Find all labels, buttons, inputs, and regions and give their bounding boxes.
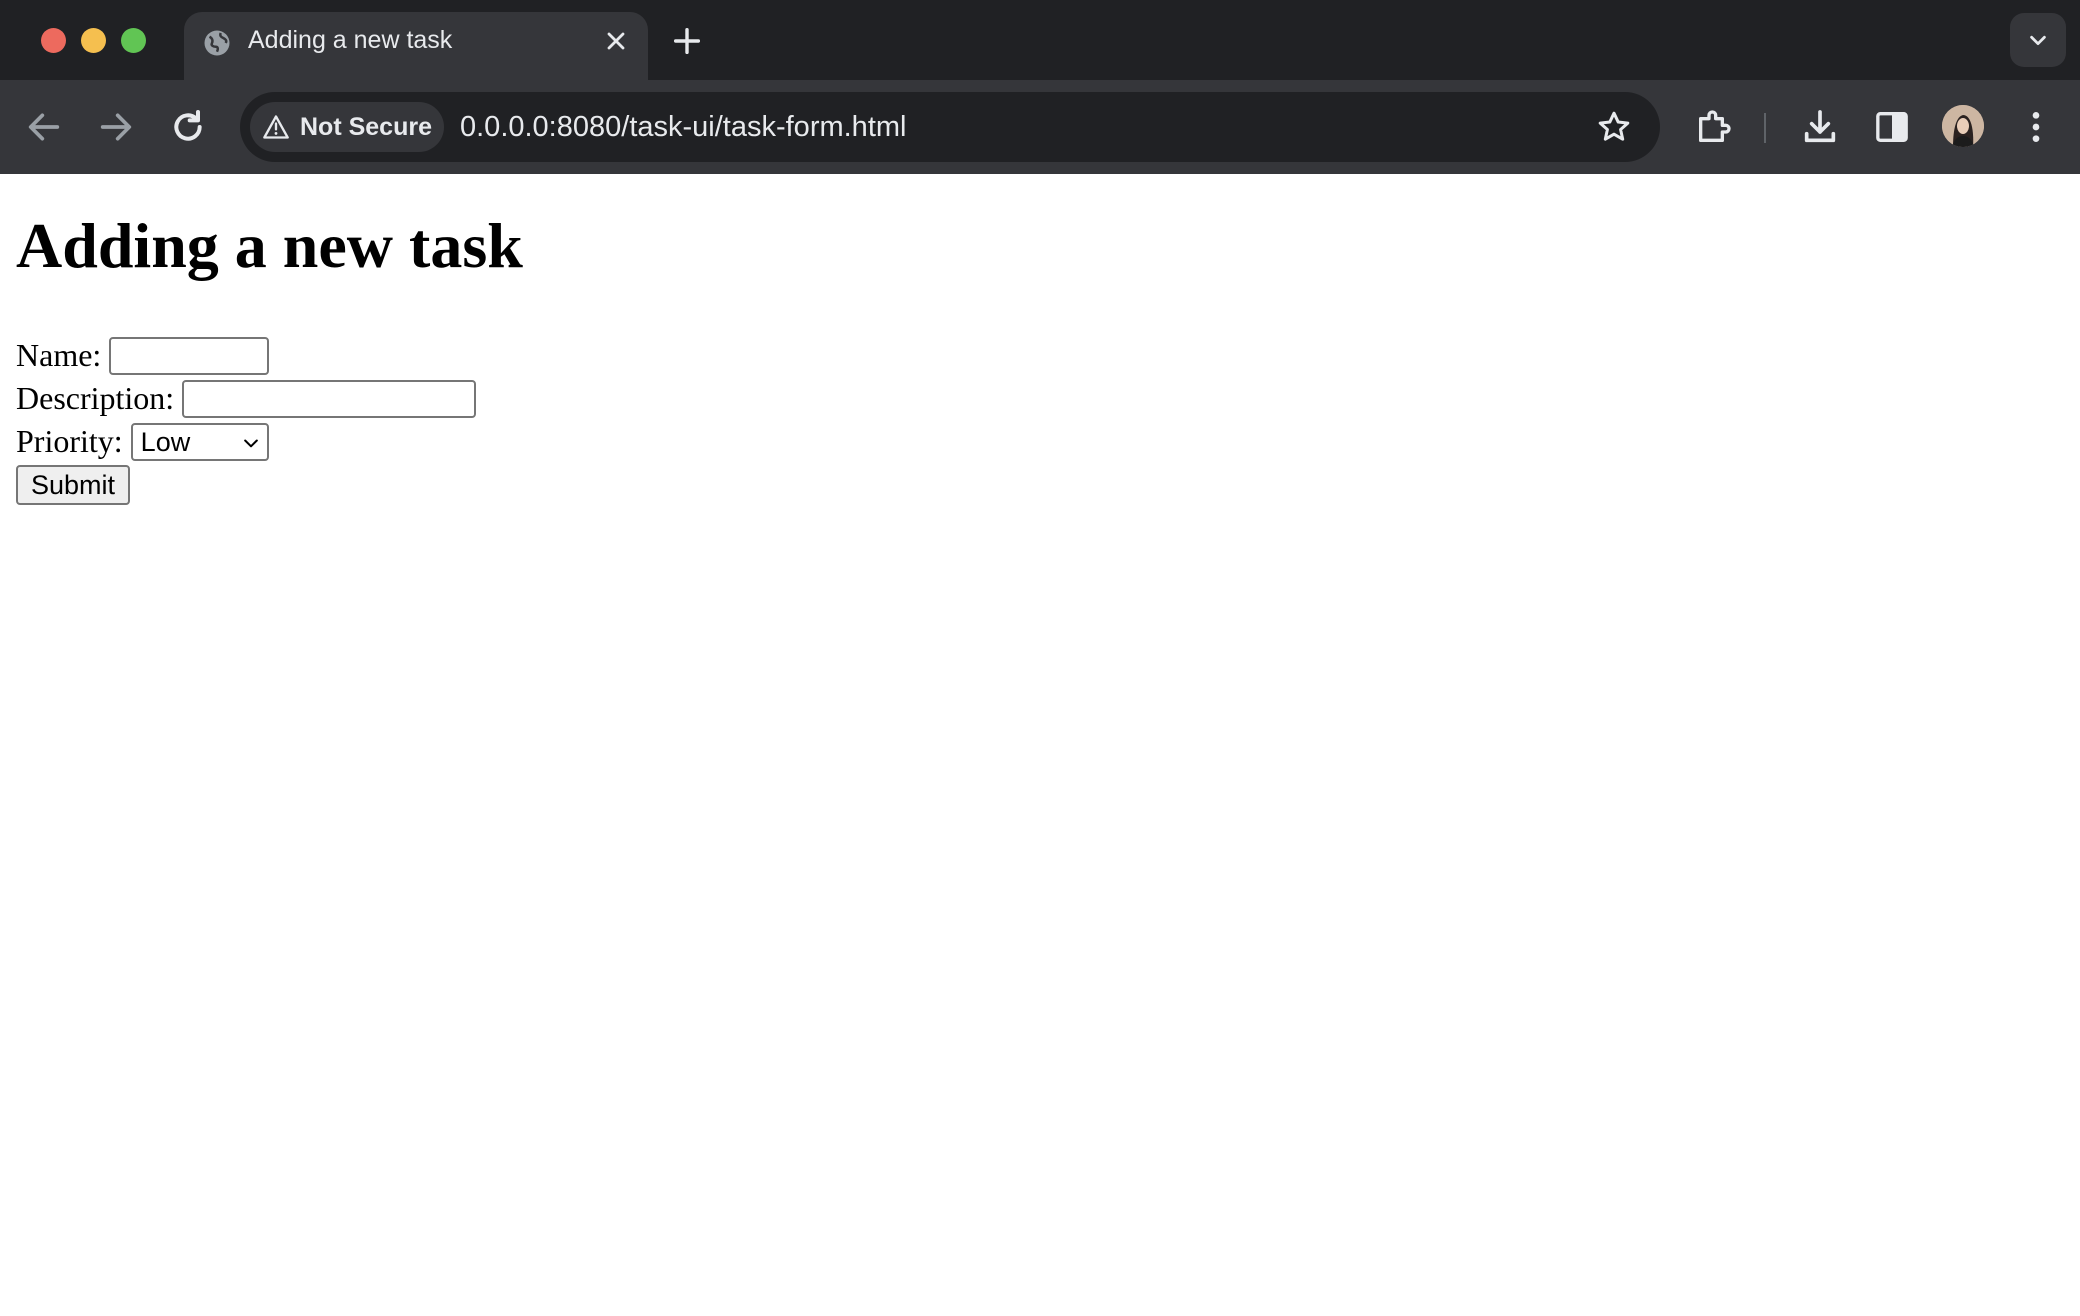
submit-button[interactable]: Submit xyxy=(16,465,130,505)
priority-selected-value: Low xyxy=(140,426,191,457)
description-label: Description: xyxy=(16,380,175,416)
security-chip[interactable]: Not Secure xyxy=(250,102,444,152)
window-controls xyxy=(41,28,146,53)
task-form: Name: Description: Priority: Low Submit xyxy=(16,334,477,505)
chevron-down-icon xyxy=(2030,35,2046,46)
priority-select[interactable]: Low xyxy=(130,422,269,461)
address-bar[interactable]: Not Secure 0.0.0.0:8080/task-ui/task-for… xyxy=(240,92,1660,162)
name-row: Name: xyxy=(16,334,476,377)
close-icon[interactable] xyxy=(602,27,630,55)
security-label: Not Secure xyxy=(300,113,432,141)
priority-row: Priority: Low xyxy=(16,420,476,463)
avatar[interactable] xyxy=(1942,105,1984,147)
description-row: Description: xyxy=(16,377,477,420)
forward-arrow-icon[interactable] xyxy=(96,107,136,147)
tab-title: Adding a new task xyxy=(248,26,453,54)
page-title: Adding a new task xyxy=(16,210,523,281)
tab-strip: Adding a new task xyxy=(0,0,2080,80)
name-label: Name: xyxy=(16,337,102,373)
warning-triangle-icon xyxy=(263,115,289,139)
description-input[interactable] xyxy=(182,379,477,418)
tab-search-button[interactable] xyxy=(2010,13,2066,67)
side-panel-icon[interactable] xyxy=(1872,107,1912,147)
star-icon[interactable] xyxy=(1596,109,1632,145)
close-window-button[interactable] xyxy=(41,28,66,53)
tab-active[interactable]: Adding a new task xyxy=(184,12,648,80)
url-text[interactable]: 0.0.0.0:8080/task-ui/task-form.html xyxy=(460,92,906,162)
puzzle-piece-icon[interactable] xyxy=(1694,107,1734,147)
page-content: Adding a new task Name: Description: Pri… xyxy=(0,174,2080,1316)
maximize-window-button[interactable] xyxy=(121,28,146,53)
chevron-down-icon xyxy=(243,439,258,447)
reload-icon[interactable] xyxy=(168,107,208,147)
back-arrow-icon[interactable] xyxy=(24,107,64,147)
toolbar: Not Secure 0.0.0.0:8080/task-ui/task-for… xyxy=(0,80,2080,174)
priority-label: Priority: xyxy=(16,423,123,459)
globe-icon xyxy=(204,30,230,56)
download-icon[interactable] xyxy=(1800,107,1840,147)
kebab-menu-icon[interactable] xyxy=(2016,107,2056,147)
toolbar-divider xyxy=(1764,113,1766,143)
browser-chrome: Adding a new task Not Secure 0.0.0.0:808… xyxy=(0,0,2080,174)
minimize-window-button[interactable] xyxy=(81,28,106,53)
plus-icon[interactable] xyxy=(670,24,704,58)
profile-photo xyxy=(1942,105,1984,147)
name-input[interactable] xyxy=(109,336,270,375)
